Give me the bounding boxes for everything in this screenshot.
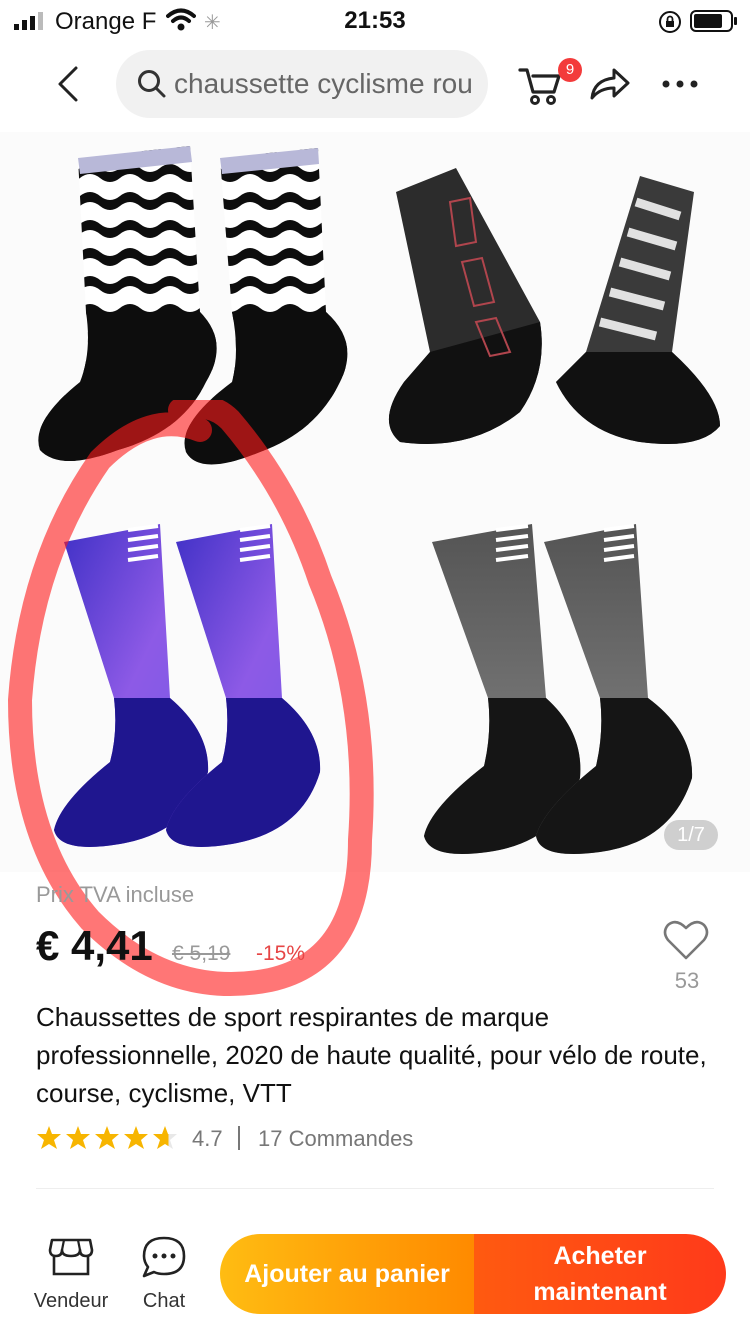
- cart-icon[interactable]: [516, 60, 564, 108]
- chat-label[interactable]: Chat: [124, 1290, 204, 1313]
- star-icon: [37, 1126, 61, 1149]
- wifi-icon: [166, 8, 196, 31]
- add-to-cart-label: Ajouter au panier: [244, 1259, 450, 1288]
- loading-icon: ✳: [204, 12, 221, 34]
- image-counter: 1/7: [664, 820, 718, 850]
- heart-icon[interactable]: [662, 918, 710, 962]
- carrier-name: Orange F: [55, 8, 157, 35]
- battery-icon: [690, 10, 737, 32]
- back-icon[interactable]: [54, 64, 84, 104]
- sock-blue: [54, 524, 321, 847]
- lock-rotation-icon: [659, 11, 681, 33]
- store-icon[interactable]: [48, 1236, 94, 1278]
- orders-count: 17 Commandes: [258, 1126, 414, 1151]
- sock-dark-striped: [388, 168, 720, 444]
- sock-wave-pattern: [38, 146, 348, 465]
- buy-now-button[interactable]: Acheter maintenant: [474, 1234, 726, 1314]
- vat-label: Prix TVA incluse: [36, 882, 195, 907]
- signal-icon: [14, 12, 43, 30]
- current-price: € 4,41: [36, 922, 153, 969]
- sock-gray: [424, 524, 693, 854]
- add-to-cart-button[interactable]: Ajouter au panier: [220, 1234, 474, 1314]
- search-query: chaussette cyclisme rou: [174, 68, 473, 99]
- rating-stars: [37, 1126, 177, 1149]
- search-input[interactable]: chaussette cyclisme rou: [116, 50, 488, 118]
- clock: 21:53: [344, 7, 406, 34]
- share-icon[interactable]: [588, 64, 632, 104]
- wishlist-count: 53: [674, 968, 700, 993]
- buy-now-label: Acheter maintenant: [533, 1242, 667, 1306]
- divider: [36, 1188, 714, 1189]
- vendor-label[interactable]: Vendeur: [26, 1290, 116, 1313]
- product-image-gallery[interactable]: [0, 132, 750, 872]
- more-icon[interactable]: [660, 74, 700, 94]
- star-icon: [66, 1126, 90, 1149]
- rating-value: 4.7: [192, 1126, 223, 1151]
- star-icon: [153, 1126, 177, 1149]
- product-title: Chaussettes de sport respirantes de marq…: [36, 1002, 707, 1108]
- rating-separator: [238, 1126, 240, 1150]
- cart-count-badge: 9: [558, 58, 582, 82]
- star-icon: [95, 1126, 119, 1149]
- product-image: [38, 146, 720, 854]
- original-price: € 5,19: [172, 942, 231, 965]
- status-bar: Orange F ✳ 21:53: [0, 0, 750, 44]
- discount-badge: -15%: [256, 942, 306, 965]
- chat-icon[interactable]: [140, 1234, 188, 1280]
- star-icon: [124, 1126, 148, 1149]
- search-icon: [138, 70, 166, 98]
